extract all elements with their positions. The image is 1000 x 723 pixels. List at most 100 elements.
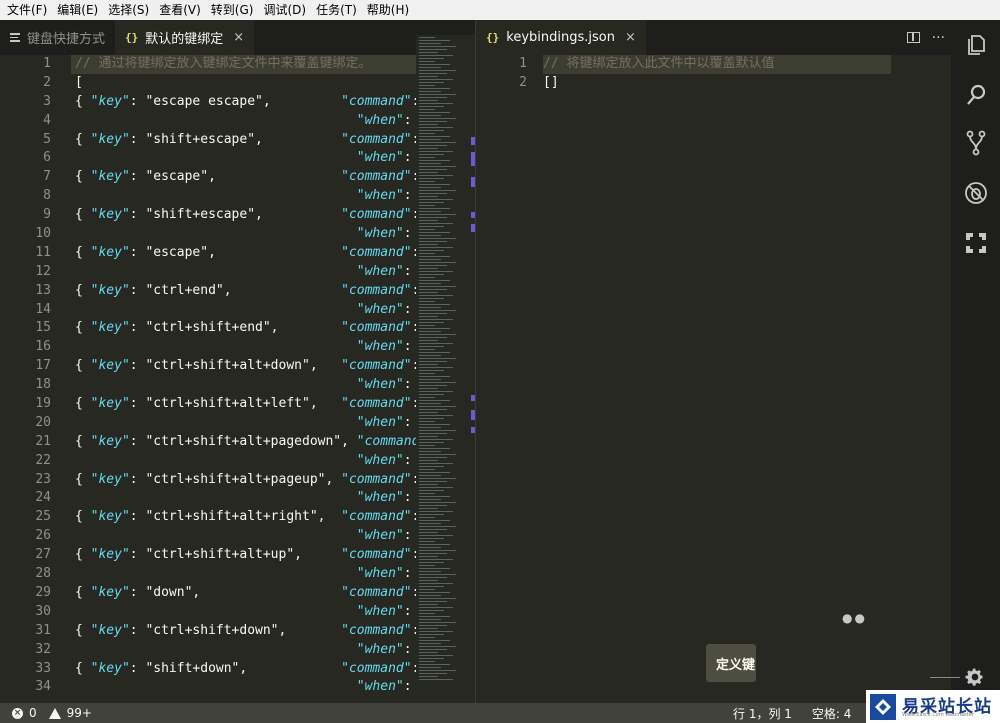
command-keyword: "command": [341, 584, 412, 600]
line-content: { "key": "ctrl+shift+down", "command":: [75, 622, 419, 641]
minimap-line: [419, 166, 456, 167]
brace-token: {: [75, 471, 91, 487]
settings-gear-icon[interactable]: [965, 667, 985, 691]
line-number: 10: [35, 226, 51, 242]
minimap-line: [419, 235, 441, 236]
brace-token: {: [75, 320, 91, 336]
line-number: 14: [35, 301, 51, 317]
line-content: "when":: [75, 338, 412, 357]
line-number: 7: [43, 169, 51, 185]
colon-token: :: [403, 377, 412, 393]
padding-space: [263, 132, 341, 147]
minimap-line: [419, 334, 456, 335]
colon-token: :: [403, 641, 412, 657]
key-keyword: "key": [90, 622, 130, 638]
minimap-line: [419, 520, 450, 521]
minimap-line: [419, 502, 456, 503]
colon-token: :: [403, 679, 412, 695]
bracket-text: [: [75, 74, 83, 90]
line-content: []: [543, 74, 559, 93]
scroll-highlight-mark: [471, 395, 475, 401]
scrollbar[interactable]: [460, 35, 475, 683]
tab-keybindings-json[interactable]: {} keybindings.json ×: [476, 20, 646, 55]
close-icon[interactable]: ×: [233, 30, 244, 45]
padding-space: [271, 94, 341, 109]
minimap-line: [419, 526, 456, 527]
close-icon[interactable]: ×: [625, 30, 636, 45]
minimap-line: [419, 274, 444, 275]
indentation[interactable]: 空格: 4: [812, 705, 852, 722]
minimap-line: [419, 262, 456, 263]
tab-default-keybindings[interactable]: {} 默认的键绑定 ×: [115, 20, 255, 55]
problems-indicator[interactable]: × 0 99+: [0, 706, 92, 720]
colon-token: :: [403, 414, 412, 430]
minimap-line: [419, 487, 453, 488]
colon-token: :: [403, 112, 412, 128]
split-editor-icon[interactable]: [906, 32, 920, 43]
key-value: "shift+escape",: [145, 131, 263, 147]
minimap-line: [419, 661, 435, 662]
menu-item[interactable]: 查看(V): [155, 0, 207, 20]
menu-item[interactable]: 调试(D): [259, 0, 312, 20]
minimap-line: [419, 316, 438, 317]
scroll-highlight-mark: [471, 137, 475, 145]
search-icon[interactable]: [963, 82, 989, 108]
line-number: 20: [35, 414, 51, 430]
minimap[interactable]: [416, 35, 460, 683]
minimap-line: [419, 244, 438, 245]
minimap-line: [419, 232, 450, 233]
menu-item[interactable]: 任务(T): [312, 0, 363, 20]
brace-token: {: [75, 131, 91, 147]
explorer-icon[interactable]: [963, 32, 989, 58]
line-content: { "key": "shift+escape", "command":: [75, 206, 419, 225]
menu-item[interactable]: 选择(S): [104, 0, 155, 20]
scroll-highlight-mark: [471, 177, 475, 187]
minimap-line: [419, 346, 444, 347]
define-keybinding-tooltip[interactable]: 定义键: [706, 644, 756, 682]
minimap-line: [419, 304, 450, 305]
source-control-icon[interactable]: [963, 130, 989, 156]
colon-token: :: [129, 244, 146, 260]
extensions-icon[interactable]: [963, 230, 989, 256]
command-keyword: "command": [341, 660, 412, 676]
line-number: 11: [35, 244, 51, 260]
minimap-line: [419, 499, 441, 500]
padding-space: [263, 207, 341, 222]
colon-token: :: [129, 169, 146, 185]
status-bar: × 0 99+ 行 1，列 1 空格: 4 UT: [0, 703, 1000, 723]
colon-token: :: [403, 339, 412, 355]
minimap-line: [419, 601, 447, 602]
brace-token: {: [75, 509, 91, 525]
menu-item[interactable]: 编辑(E): [53, 0, 104, 20]
minimap-line: [419, 76, 438, 77]
minimap-line: [419, 457, 447, 458]
minimap-line: [419, 313, 447, 314]
minimap-line: [419, 595, 441, 596]
minimap-line: [419, 622, 456, 623]
minimap-line: [419, 133, 435, 134]
colon-token: :: [129, 622, 146, 638]
debug-icon[interactable]: [963, 180, 989, 206]
key-value: "ctrl+shift+alt+pageup",: [145, 471, 334, 487]
menu-item[interactable]: 帮助(H): [363, 0, 415, 20]
tab-keyboard-shortcuts[interactable]: 键盘快捷方式: [0, 20, 115, 55]
minimap-line: [419, 436, 438, 437]
minimap-line: [419, 211, 441, 212]
line-content: { "key": "ctrl+shift+alt+pageup", "comma…: [75, 471, 419, 490]
minimap-line: [419, 103, 453, 104]
cursor-position[interactable]: 行 1，列 1: [733, 705, 792, 722]
minimap-line: [419, 382, 456, 383]
minimap-line: [419, 364, 438, 365]
colon-token: :: [129, 358, 146, 374]
menu-item[interactable]: 文件(F): [3, 0, 53, 20]
warning-count: 99+: [66, 706, 92, 720]
comment-text: // 将键绑定放入此文件中以覆盖默认值: [543, 56, 775, 71]
line-number: 2: [43, 74, 51, 90]
minimap-line: [419, 649, 447, 650]
more-actions-icon[interactable]: ···: [932, 30, 945, 46]
minimap-line: [419, 385, 447, 386]
key-keyword: "key": [90, 207, 130, 223]
line-number: 29: [35, 584, 51, 600]
menu-item[interactable]: 转到(G): [207, 0, 260, 20]
command-keyword: "command": [341, 509, 412, 525]
